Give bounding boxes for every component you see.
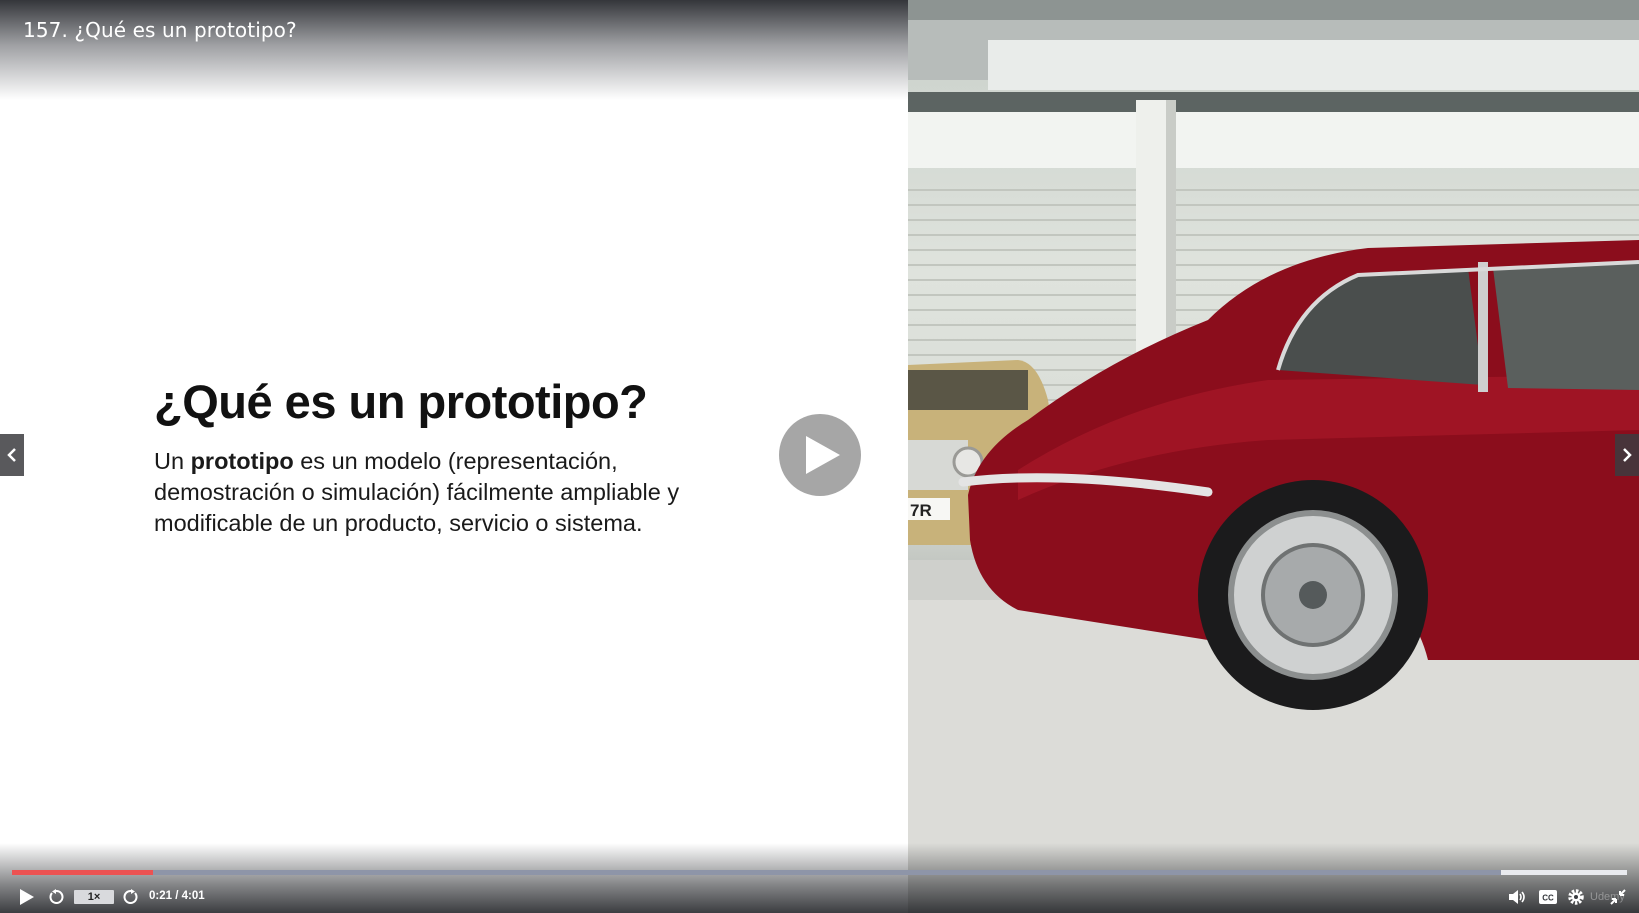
previous-lecture-button[interactable] xyxy=(0,434,24,476)
video-title: 157. ¿Qué es un prototipo? xyxy=(23,18,297,42)
chevron-right-icon xyxy=(1623,448,1632,462)
play-icon xyxy=(20,889,34,905)
exit-fullscreen-button[interactable] xyxy=(1606,884,1630,910)
volume-icon xyxy=(1509,890,1525,904)
captions-icon: CC xyxy=(1539,890,1557,904)
slide-body-bold: prototipo xyxy=(190,448,294,474)
exit-fullscreen-icon xyxy=(1610,889,1626,905)
control-bar: 1× 0:21 / 4:01 CC Udemy xyxy=(0,884,1639,910)
settings-icon xyxy=(1568,889,1584,905)
slide-body: Un prototipo es un modelo (representació… xyxy=(154,446,734,539)
progress-buffer xyxy=(1501,870,1627,875)
rewind-button[interactable] xyxy=(45,884,67,910)
title-gradient xyxy=(0,0,908,100)
slide-body-prefix: Un xyxy=(154,448,191,474)
next-lecture-button[interactable] xyxy=(1615,434,1639,476)
forward-icon xyxy=(123,889,138,904)
play-button[interactable] xyxy=(16,884,38,910)
volume-button[interactable] xyxy=(1506,884,1530,910)
settings-button[interactable] xyxy=(1564,884,1588,910)
car-illustration: 7R xyxy=(908,0,1639,913)
car-photo: 7R xyxy=(908,0,1639,913)
forward-button[interactable] xyxy=(120,884,142,910)
play-icon xyxy=(806,436,840,474)
captions-button[interactable]: CC xyxy=(1536,884,1560,910)
slide-heading: ¿Qué es un prototipo? xyxy=(154,375,648,428)
time-display: 0:21 / 4:01 xyxy=(149,890,205,902)
video-player[interactable]: ¿Qué es un prototipo? Un prototipo es un… xyxy=(0,0,1639,913)
svg-text:CC: CC xyxy=(1542,894,1554,903)
chevron-left-icon xyxy=(7,448,16,462)
big-play-button[interactable] xyxy=(779,414,861,496)
plate-fragment: 7R xyxy=(910,501,932,520)
progress-played xyxy=(12,870,153,875)
slide-panel: ¿Qué es un prototipo? Un prototipo es un… xyxy=(0,0,908,913)
progress-bar[interactable] xyxy=(12,870,1627,875)
playback-speed-button[interactable]: 1× xyxy=(74,890,114,904)
rewind-icon xyxy=(49,889,64,904)
